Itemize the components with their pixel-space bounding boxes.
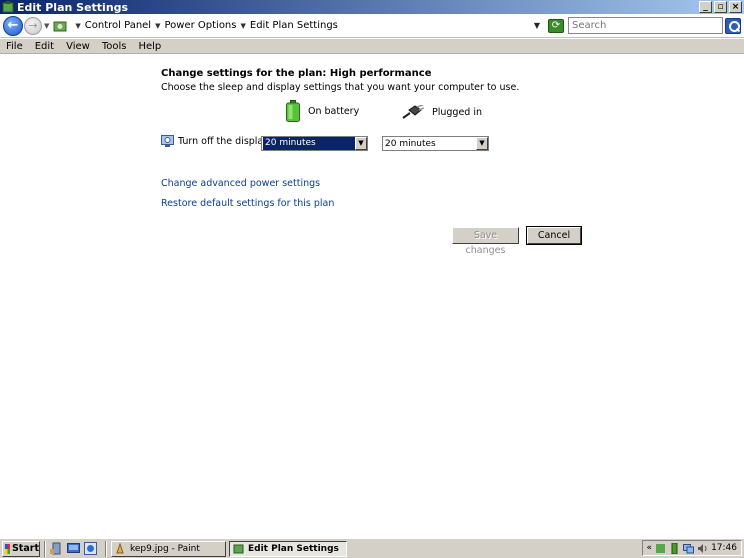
show-desktop-icon[interactable] <box>67 542 80 555</box>
browser-icon[interactable] <box>84 542 97 555</box>
turn-off-display-label: Turn off the display: <box>178 135 272 147</box>
power-options-icon <box>233 544 244 554</box>
turn-off-display-row: Turn off the display: <box>161 135 271 147</box>
close-button[interactable]: × <box>729 1 742 13</box>
main-content: Change settings for the plan: High perfo… <box>0 55 744 537</box>
menu-view[interactable]: View <box>60 41 96 52</box>
on-battery-label: On battery <box>308 105 360 117</box>
breadcrumb-power-options[interactable]: Power Options <box>164 20 236 31</box>
restore-button[interactable]: ▫ <box>714 1 727 13</box>
plugged-in-label: Plugged in <box>432 106 483 118</box>
restore-defaults-link[interactable]: Restore default settings for this plan <box>161 198 334 209</box>
task-edit-plan-settings[interactable]: Edit Plan Settings <box>229 540 347 557</box>
windows-logo-icon <box>5 543 10 554</box>
power-tray-icon[interactable] <box>669 542 680 554</box>
cancel-button[interactable]: Cancel <box>526 226 582 245</box>
menu-file[interactable]: File <box>0 41 29 52</box>
tray-expand-button[interactable]: « <box>647 543 653 553</box>
tray-app-icon[interactable] <box>655 543 666 554</box>
display-plugged-in-select[interactable]: 20 minutes ▼ <box>382 136 489 151</box>
search-icon[interactable] <box>725 17 741 34</box>
breadcrumb: ▼ Control Panel ▼ Power Options ▼ Edit P… <box>71 16 533 36</box>
power-options-icon <box>2 1 14 13</box>
chevron-down-icon[interactable]: ▼ <box>476 137 488 150</box>
menu-edit[interactable]: Edit <box>29 41 60 52</box>
task-edit-plan-settings-label: Edit Plan Settings <box>248 543 339 554</box>
title-bar: Edit Plan Settings _ ▫ × <box>0 0 744 14</box>
volume-icon[interactable] <box>697 543 708 554</box>
window-controls: _ ▫ × <box>699 1 742 13</box>
clock[interactable]: 17:46 <box>711 543 737 553</box>
taskbar-divider <box>105 540 107 557</box>
display-on-battery-value: 20 minutes <box>263 137 355 150</box>
display-icon <box>161 135 174 147</box>
refresh-button[interactable]: ⟳ <box>548 18 564 33</box>
display-plugged-in-value: 20 minutes <box>385 138 436 149</box>
chevron-down-icon[interactable]: ▼ <box>355 137 367 150</box>
control-panel-icon <box>53 21 67 31</box>
taskbar-divider <box>44 540 46 557</box>
breadcrumb-edit-plan-settings[interactable]: Edit Plan Settings <box>250 20 338 31</box>
start-button[interactable]: Start <box>2 540 40 557</box>
address-bar: ← → ▼ ▼ Control Panel ▼ Power Options ▼ … <box>0 14 744 38</box>
menu-bar: File Edit View Tools Help <box>0 39 744 54</box>
task-paint[interactable]: kep9.jpg - Paint <box>111 540 226 557</box>
address-dropdown-icon[interactable]: ▼ <box>534 21 540 30</box>
on-battery-column-header: On battery <box>286 100 359 122</box>
save-changes-button[interactable]: Save changes <box>452 227 519 256</box>
search-input[interactable] <box>568 17 723 34</box>
display-on-battery-select[interactable]: 20 minutes ▼ <box>261 136 368 151</box>
power-plug-icon <box>402 105 424 119</box>
breadcrumb-arrow-icon[interactable]: ▼ <box>240 22 245 30</box>
server-manager-icon[interactable] <box>50 542 63 555</box>
breadcrumb-control-panel[interactable]: Control Panel <box>85 20 151 31</box>
paint-icon <box>116 543 124 554</box>
page-description: Choose the sleep and display settings th… <box>161 82 520 93</box>
refresh-icon: ⟳ <box>551 19 561 31</box>
taskbar: Start kep9.jpg - Paint Edit Plan Setting… <box>0 538 744 558</box>
breadcrumb-arrow-icon[interactable]: ▼ <box>155 22 160 30</box>
menu-tools[interactable]: Tools <box>96 41 133 52</box>
breadcrumb-arrow-icon[interactable]: ▼ <box>75 22 80 30</box>
back-button[interactable]: ← <box>3 15 23 36</box>
task-paint-label: kep9.jpg - Paint <box>130 543 200 554</box>
system-tray: « 17:46 <box>641 540 742 556</box>
page-title: Change settings for the plan: High perfo… <box>161 68 432 79</box>
menu-help[interactable]: Help <box>132 41 167 52</box>
advanced-power-settings-link[interactable]: Change advanced power settings <box>161 178 320 189</box>
forward-button[interactable]: → <box>24 16 42 35</box>
battery-icon <box>286 100 300 122</box>
start-label: Start <box>11 543 39 554</box>
network-icon[interactable] <box>683 543 695 554</box>
recent-pages-dropdown-icon[interactable]: ▼ <box>44 22 49 30</box>
plugged-in-column-header: Plugged in <box>402 105 482 119</box>
minimize-button[interactable]: _ <box>699 1 712 13</box>
window-title: Edit Plan Settings <box>17 0 129 14</box>
